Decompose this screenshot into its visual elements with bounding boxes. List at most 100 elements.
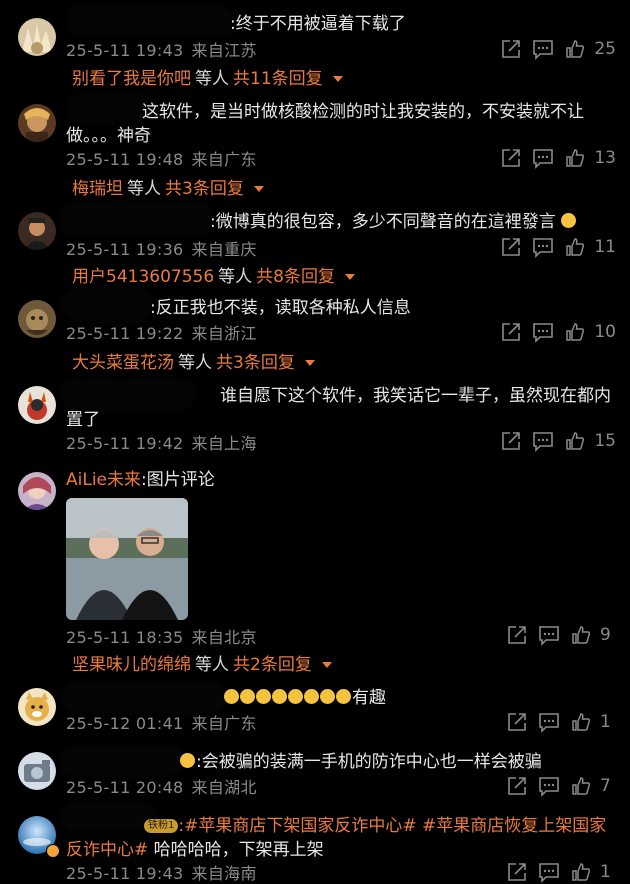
avatar[interactable]: [18, 688, 56, 726]
comment-body: :反正我也不装，读取各种私人信息: [150, 298, 411, 318]
reply-connector: 等人: [195, 69, 229, 89]
comment-icon[interactable]: [532, 38, 554, 60]
emoji-icon: [320, 689, 335, 704]
comment-username[interactable]: AiLie未来: [66, 470, 141, 490]
like-count: 11: [594, 237, 616, 257]
reply-count[interactable]: 共3条回复: [165, 179, 244, 199]
chevron-down-icon[interactable]: [345, 274, 355, 280]
avatar[interactable]: [18, 752, 56, 790]
reply-count[interactable]: 共11条回复: [233, 69, 323, 89]
avatar[interactable]: [18, 104, 56, 142]
chevron-down-icon[interactable]: [253, 186, 264, 192]
emoji-icon: [240, 689, 255, 704]
reply-count[interactable]: 共2条回复: [233, 655, 312, 675]
comment-text: :微博真的很包容，多少不同聲音的在這裡發言: [210, 210, 620, 234]
avatar[interactable]: [18, 472, 56, 510]
comment-icon[interactable]: [532, 321, 554, 343]
comment-text: :终于不用被逼着下载了: [230, 12, 610, 36]
chevron-down-icon[interactable]: [321, 662, 332, 668]
reply-user[interactable]: 大头菜蛋花汤: [72, 353, 174, 373]
share-icon[interactable]: [500, 38, 522, 60]
reply-count[interactable]: 共3条回复: [216, 353, 295, 373]
share-icon[interactable]: [506, 624, 528, 646]
comment-body: 有趣: [352, 688, 386, 708]
reply-user[interactable]: 用户5413607556: [72, 267, 214, 287]
comment-icon[interactable]: [532, 236, 554, 258]
comment-actions: 10: [500, 321, 616, 343]
comment-icon[interactable]: [532, 430, 554, 452]
comment-text: 这软件，是当时做核酸检测的时让我安装的，不安装就不让做。。。神奇: [66, 100, 614, 148]
comment-feed: :终于不用被逼着下载了 25-5-11 19:43 来自江苏 25 别看了我是你吧…: [0, 0, 630, 884]
share-icon[interactable]: [500, 430, 522, 452]
like-icon[interactable]: [564, 38, 586, 60]
avatar[interactable]: [18, 300, 56, 338]
comment-meta: 25-5-11 19:48 来自广东: [66, 146, 257, 170]
comment-item: AiLie未来:图片评论 25-5-11 18:35 来自北京 9 坚果味儿的绵…: [0, 462, 630, 682]
comment-time: 25-5-11 19:43: [66, 864, 184, 883]
comment-meta: 25-5-12 01:41 来自广东: [66, 710, 257, 734]
avatar[interactable]: [18, 386, 56, 424]
fan-badge: 铁粉1: [144, 819, 179, 833]
share-icon[interactable]: [506, 711, 528, 733]
reply-user[interactable]: 别看了我是你吧: [72, 69, 191, 89]
reply-summary[interactable]: 坚果味儿的绵绵 等人 共2条回复: [72, 650, 332, 675]
comment-text: AiLie未来:图片评论: [66, 468, 614, 492]
comment-icon[interactable]: [532, 147, 554, 169]
comment-meta: 25-5-11 20:48 来自湖北: [66, 774, 257, 798]
comment-meta: 25-5-11 19:42 来自上海: [66, 430, 257, 454]
like-icon[interactable]: [570, 775, 592, 797]
emoji-icon: [561, 213, 577, 228]
comment-icon[interactable]: [538, 624, 560, 646]
like-icon[interactable]: [564, 147, 586, 169]
reply-connector: 等人: [127, 179, 161, 199]
reply-summary[interactable]: 用户5413607556 等人 共8条回复: [72, 262, 355, 287]
comment-location: 来自海南: [191, 864, 257, 883]
comment-location: 来自浙江: [191, 324, 257, 343]
comment-location: 来自江苏: [191, 41, 257, 60]
like-icon[interactable]: [564, 321, 586, 343]
hashtag-link[interactable]: :#苹果商店下架国家反诈中心#: [178, 816, 416, 836]
comment-meta: 25-5-11 19:36 来自重庆: [66, 236, 257, 260]
comment-text: 谁自愿下这个软件，我笑话它一辈子，虽然现在都内置了: [66, 384, 614, 432]
comment-image[interactable]: [66, 498, 188, 620]
chevron-down-icon[interactable]: [304, 360, 315, 366]
like-icon[interactable]: [570, 624, 592, 646]
share-icon[interactable]: [500, 147, 522, 169]
comment-icon[interactable]: [538, 861, 560, 883]
like-icon[interactable]: [564, 236, 586, 258]
comment-meta: 25-5-11 19:22 来自浙江: [66, 320, 257, 344]
share-icon[interactable]: [500, 236, 522, 258]
comment-actions: 15: [500, 430, 616, 452]
emoji-icon: [256, 689, 271, 704]
comment-item: :微博真的很包容，多少不同聲音的在這裡發言 25-5-11 19:36 来自重庆 …: [0, 202, 630, 290]
comment-item: 有趣 25-5-12 01:41 来自广东 1: [0, 682, 630, 742]
comment-location: 来自重庆: [191, 240, 257, 259]
like-icon[interactable]: [570, 711, 592, 733]
reply-user[interactable]: 梅瑞坦: [72, 179, 123, 199]
chevron-down-icon[interactable]: [332, 76, 343, 82]
redacted-username: [70, 8, 230, 34]
reply-summary[interactable]: 大头菜蛋花汤 等人 共3条回复: [72, 348, 315, 373]
reply-summary[interactable]: 别看了我是你吧 等人 共11条回复: [72, 64, 343, 89]
comment-body: :会被骗的装满一手机的防诈中心也一样会被骗: [196, 752, 542, 772]
comment-item: 这软件，是当时做核酸检测的时让我安装的，不安装就不让做。。。神奇 25-5-11…: [0, 92, 630, 202]
share-icon[interactable]: [506, 775, 528, 797]
comment-icon[interactable]: [538, 711, 560, 733]
comment-body: :微博真的很包容，多少不同聲音的在這裡發言: [210, 212, 556, 232]
reply-user[interactable]: 坚果味儿的绵绵: [72, 655, 191, 675]
comment-icon[interactable]: [538, 775, 560, 797]
comment-time: 25-5-11 19:48: [66, 150, 184, 169]
reply-connector: 等人: [218, 267, 253, 287]
share-icon[interactable]: [500, 321, 522, 343]
comment-body: :终于不用被逼着下载了: [230, 14, 406, 34]
comment-meta: 25-5-11 19:43 来自海南: [66, 860, 257, 884]
comment-location: 来自北京: [191, 628, 257, 647]
comment-text: 铁粉1:#苹果商店下架国家反诈中心# #苹果商店恢复上架国家反诈中心# 哈哈哈哈…: [66, 814, 614, 862]
reply-count[interactable]: 共8条回复: [256, 267, 335, 287]
avatar[interactable]: [18, 212, 56, 250]
share-icon[interactable]: [506, 861, 528, 883]
like-icon[interactable]: [564, 430, 586, 452]
like-icon[interactable]: [570, 861, 592, 883]
reply-summary[interactable]: 梅瑞坦 等人 共3条回复: [72, 174, 264, 199]
avatar[interactable]: [18, 18, 56, 56]
